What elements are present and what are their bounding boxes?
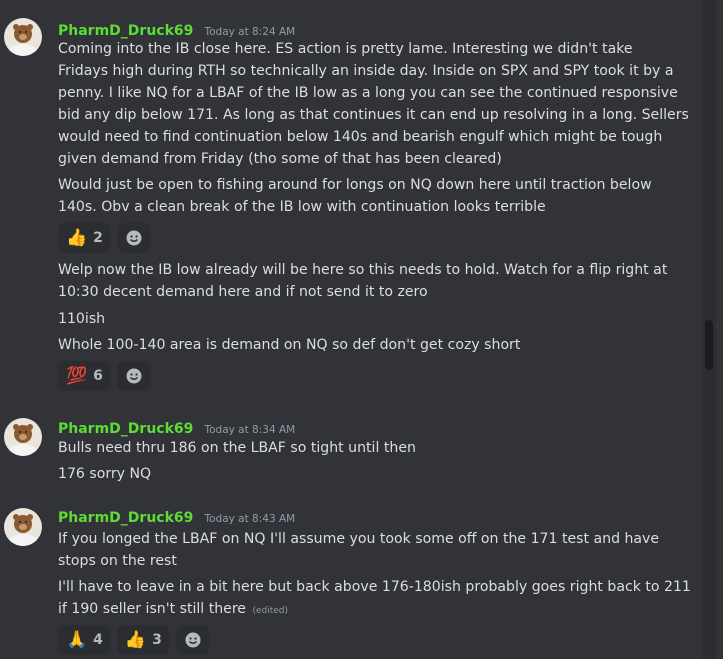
message-text: 10:30 decent demand here and if not send… (58, 284, 428, 300)
reaction-bar: 💯 6 (58, 361, 151, 391)
reaction-hundred[interactable]: 💯 6 (58, 361, 111, 391)
username[interactable]: PharmD_Druck69 (58, 510, 193, 526)
thumbs-up-icon: 👍 (66, 227, 88, 248)
chat-message-list[interactable]: PharmD_Druck69 Today at 8:24 AM Coming i… (0, 0, 700, 659)
reaction-bar: 👍 2 (58, 223, 151, 253)
message-text: penny. I like NQ for a LBAF of the IB lo… (58, 85, 678, 101)
add-reaction-icon (126, 368, 142, 384)
message-text: 176 sorry NQ (58, 466, 152, 482)
message-text: 110ish (58, 311, 106, 327)
message-text: stops on the rest (58, 553, 177, 569)
message-header: PharmD_Druck69 Today at 8:43 AM (58, 507, 295, 529)
timestamp: Today at 8:43 AM (204, 513, 296, 525)
message-text: 140s. Obv a clean break of the IB low wi… (58, 199, 546, 215)
message-text: given demand from Friday (tho some of th… (58, 151, 502, 167)
scrollbar-track[interactable] (702, 0, 716, 659)
add-reaction-button[interactable] (175, 625, 210, 655)
message-text-fragment: if 190 seller isn't still there (58, 601, 246, 617)
reaction-count: 3 (152, 632, 162, 648)
bear-avatar-icon (4, 508, 42, 546)
thumbs-up-icon: 👍 (124, 629, 147, 650)
scrollbar-thumb[interactable] (705, 320, 713, 370)
hundred-points-icon: 💯 (66, 365, 88, 386)
user-avatar[interactable] (4, 508, 42, 546)
message-text: Coming into the IB close here. ES action… (58, 41, 633, 57)
message-text: Bulls need thru 186 on the LBAF so tight… (58, 440, 416, 456)
message-text: Would just be open to fishing around for… (58, 177, 652, 193)
add-reaction-icon (185, 632, 201, 648)
reaction-count: 4 (93, 632, 103, 648)
message-text: If you longed the LBAF on NQ I'll assume… (58, 531, 660, 547)
edited-label: (edited) (252, 606, 289, 616)
message-text: if 190 seller isn't still there (edited) (58, 598, 698, 622)
add-reaction-button[interactable] (116, 223, 151, 253)
message-text: bid any dip below 171. As long as that c… (58, 107, 689, 123)
message-text: Fridays high during RTH so technically a… (58, 63, 674, 79)
user-avatar[interactable] (4, 18, 42, 56)
message-text: Welp now the IB low already will be here… (58, 262, 668, 278)
username[interactable]: PharmD_Druck69 (58, 421, 193, 437)
timestamp: Today at 8:24 AM (204, 26, 296, 38)
reaction-count: 6 (93, 368, 103, 384)
reaction-bar: 🙏 4 👍 3 (58, 625, 210, 655)
folded-hands-icon: 🙏 (66, 629, 88, 650)
reaction-count: 2 (93, 230, 103, 246)
add-reaction-icon (126, 230, 142, 246)
reaction-thumbs-up[interactable]: 👍 3 (116, 625, 170, 655)
message-text: Whole 100-140 area is demand on NQ so de… (58, 337, 521, 353)
reaction-pray[interactable]: 🙏 4 (58, 625, 111, 655)
username[interactable]: PharmD_Druck69 (58, 23, 193, 39)
timestamp: Today at 8:34 AM (204, 424, 296, 436)
user-avatar[interactable] (4, 418, 42, 456)
bear-avatar-icon (4, 18, 42, 56)
reaction-thumbs-up[interactable]: 👍 2 (58, 223, 111, 253)
bear-avatar-icon (4, 418, 42, 456)
message-text: I'll have to leave in a bit here but bac… (58, 579, 691, 595)
message-text: would need to find continuation below 14… (58, 129, 663, 145)
add-reaction-button[interactable] (116, 361, 151, 391)
